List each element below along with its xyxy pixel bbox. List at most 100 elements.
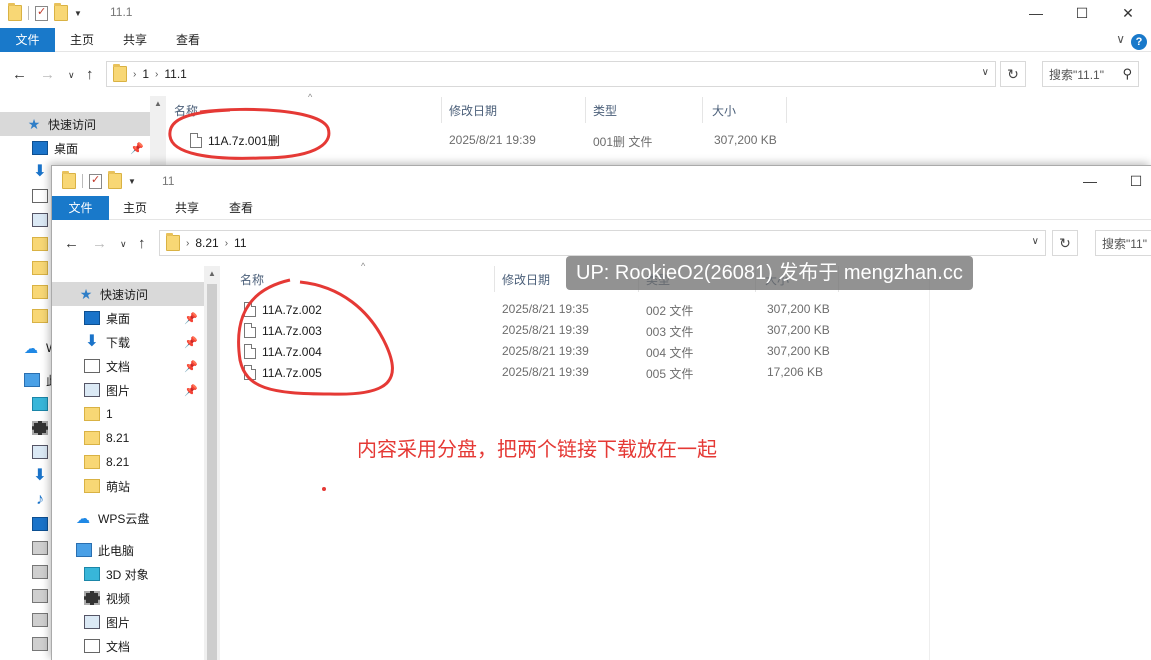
- new-folder-icon[interactable]: [108, 171, 122, 189]
- file-row[interactable]: 11A.7z.004 2025/8/21 19:39 004 文件 307,20…: [244, 341, 844, 362]
- folder-icon[interactable]: [8, 3, 22, 21]
- scrollbar-thumb[interactable]: [207, 284, 217, 660]
- nav-item-folder-mengzhan[interactable]: 萌站: [52, 474, 204, 498]
- file-type: 004 文件: [646, 346, 694, 360]
- folder-icon: [84, 431, 100, 445]
- tab-home[interactable]: 主页: [113, 196, 157, 220]
- minimize-icon[interactable]: —: [1067, 168, 1113, 194]
- picture-icon: [84, 615, 100, 629]
- music-icon: ♪: [36, 491, 44, 508]
- download-icon: ⬇: [33, 467, 47, 484]
- up-arrow-icon[interactable]: ↑: [86, 66, 94, 83]
- window-controls: — ☐ ✕: [1013, 0, 1151, 26]
- tab-home[interactable]: 主页: [60, 28, 104, 52]
- file-row[interactable]: 11A.7z.003 2025/8/21 19:39 003 文件 307,20…: [244, 320, 844, 341]
- pin-icon[interactable]: 📌: [184, 360, 198, 373]
- nav-item-pictures[interactable]: 图片 📌: [52, 378, 204, 402]
- nav-item-videos[interactable]: 视频: [52, 586, 204, 610]
- column-label: 修改日期: [502, 272, 551, 287]
- nav-label: 下载: [106, 335, 131, 350]
- file-row[interactable]: 11A.7z.002 2025/8/21 19:35 002 文件 307,20…: [244, 299, 844, 320]
- scroll-up-icon[interactable]: ▲: [204, 266, 220, 282]
- forward-arrow-icon[interactable]: →: [92, 235, 107, 252]
- column-header-name[interactable]: 名称: [172, 97, 442, 123]
- minimize-icon[interactable]: —: [1013, 0, 1059, 26]
- scroll-up-icon[interactable]: ▲: [150, 96, 166, 112]
- nav-item-desktop[interactable]: 桌面 📌: [0, 136, 150, 160]
- new-folder-icon[interactable]: [54, 3, 68, 21]
- help-icon[interactable]: ?: [1131, 34, 1147, 50]
- nav-item-documents[interactable]: 文档 📌: [52, 354, 204, 378]
- back-arrow-icon[interactable]: ←: [64, 235, 79, 252]
- tab-share[interactable]: 共享: [165, 196, 209, 220]
- column-header-modified[interactable]: 修改日期: [449, 97, 586, 123]
- nav-item-documents[interactable]: 文档: [52, 634, 204, 658]
- tab-file[interactable]: 文件: [0, 28, 55, 52]
- nav-item-quick-access[interactable]: ★ 快速访问: [52, 282, 204, 306]
- search-placeholder: 搜索"11.1": [1049, 67, 1104, 82]
- maximize-icon[interactable]: ☐: [1113, 168, 1151, 194]
- breadcrumb-item[interactable]: 8.21: [195, 236, 218, 250]
- nav-item-desktop[interactable]: 桌面 📌: [52, 306, 204, 330]
- tab-share[interactable]: 共享: [113, 28, 157, 52]
- 3d-objects-icon: [32, 397, 48, 411]
- back-arrow-icon[interactable]: ←: [12, 66, 27, 83]
- properties-icon[interactable]: [35, 5, 48, 21]
- column-header-type[interactable]: 类型: [593, 97, 703, 123]
- column-header-size[interactable]: 大小: [712, 97, 787, 123]
- file-modified: 2025/8/21 19:39: [502, 365, 589, 379]
- folder-icon[interactable]: [62, 171, 76, 189]
- nav-item-this-pc[interactable]: 此电脑: [52, 538, 204, 562]
- picture-icon: [84, 383, 100, 397]
- back-titlebar: ▼ 11.1 — ☐ ✕: [0, 0, 1151, 28]
- up-arrow-icon[interactable]: ↑: [138, 235, 146, 252]
- nav-item-folder-8-21[interactable]: 8.21: [52, 450, 204, 474]
- nav-item-folder-8-21[interactable]: 8.21: [52, 426, 204, 450]
- file-row[interactable]: 11A.7z.005 2025/8/21 19:39 005 文件 17,206…: [244, 362, 844, 383]
- nav-item-download[interactable]: ⬇ 下载 📌: [52, 330, 204, 354]
- pin-icon[interactable]: 📌: [130, 142, 144, 155]
- nav-item-wps-cloud[interactable]: ☁ WPS云盘: [52, 506, 204, 530]
- search-icon[interactable]: ⚲: [1122, 66, 1132, 82]
- search-placeholder: 搜索"11": [1102, 236, 1147, 251]
- breadcrumb-item[interactable]: 1: [142, 67, 149, 81]
- file-name: 11A.7z.002: [262, 302, 322, 317]
- recent-locations-icon[interactable]: ∨: [120, 239, 127, 250]
- forward-arrow-icon[interactable]: →: [40, 66, 55, 83]
- address-dropdown-icon[interactable]: ∨: [1032, 236, 1039, 247]
- pin-icon[interactable]: 📌: [184, 336, 198, 349]
- file-type: 003 文件: [646, 325, 694, 339]
- nav-item-folder-1[interactable]: 1: [52, 402, 204, 426]
- address-dropdown-icon[interactable]: ∨: [982, 67, 989, 78]
- chevron-down-icon[interactable]: ∨: [1116, 32, 1125, 46]
- qat-divider: [82, 174, 83, 188]
- properties-icon[interactable]: [89, 173, 102, 189]
- qat-dropdown-icon[interactable]: ▼: [74, 9, 82, 18]
- search-input[interactable]: 搜索"11.1" ⚲: [1042, 61, 1139, 87]
- pin-icon[interactable]: 📌: [184, 384, 198, 397]
- breadcrumb-item[interactable]: 11.1: [164, 67, 186, 81]
- file-row[interactable]: 11A.7z.001删 2025/8/21 19:39 001删 文件 307,…: [190, 130, 790, 151]
- cloud-icon: ☁: [76, 510, 90, 526]
- qat-dropdown-icon[interactable]: ▼: [128, 177, 136, 186]
- search-input[interactable]: 搜索"11": [1095, 230, 1151, 256]
- column-header-name[interactable]: 名称: [240, 266, 495, 292]
- tab-file[interactable]: 文件: [52, 196, 109, 220]
- refresh-button[interactable]: ↻: [1052, 230, 1078, 256]
- nav-scrollbar[interactable]: ▲: [204, 266, 220, 660]
- pin-icon[interactable]: 📌: [184, 312, 198, 325]
- address-field[interactable]: › 1 › 11.1 ∨: [106, 61, 996, 87]
- document-icon: [84, 639, 100, 653]
- recent-locations-icon[interactable]: ∨: [68, 70, 75, 81]
- close-icon[interactable]: ✕: [1105, 0, 1151, 26]
- nav-item-quick-access[interactable]: ★ 快速访问: [0, 112, 150, 136]
- tab-view[interactable]: 查看: [219, 196, 263, 220]
- desktop-icon: [32, 517, 48, 531]
- maximize-icon[interactable]: ☐: [1059, 0, 1105, 26]
- breadcrumb-item[interactable]: 11: [234, 236, 246, 250]
- refresh-button[interactable]: ↻: [1000, 61, 1026, 87]
- tab-view[interactable]: 查看: [166, 28, 210, 52]
- nav-item-pictures[interactable]: 图片: [52, 610, 204, 634]
- nav-item-3d-objects[interactable]: 3D 对象: [52, 562, 204, 586]
- address-field[interactable]: › 8.21 › 11 ∨: [159, 230, 1046, 256]
